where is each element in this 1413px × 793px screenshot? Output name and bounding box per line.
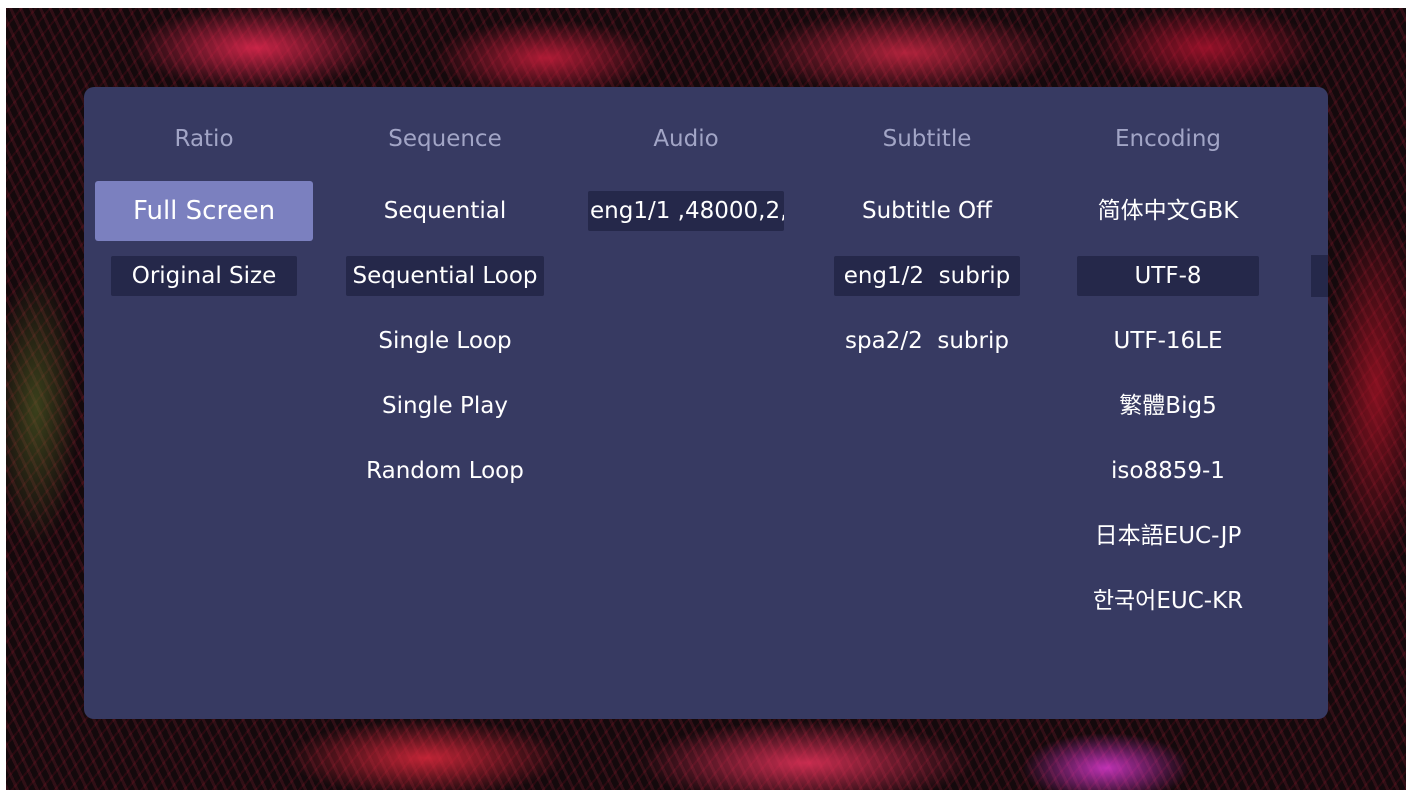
sequence-option-single-loop[interactable]: Single Loop: [325, 308, 565, 373]
ratio-column: Ratio Full Screen Original Size: [84, 87, 324, 719]
option-label: UTF-8: [1077, 255, 1259, 296]
next-column-selected-item[interactable]: [1311, 255, 1328, 297]
option-label: Random Loop: [366, 457, 524, 484]
encoding-option-utf8[interactable]: UTF-8: [1048, 243, 1288, 308]
encoding-option-euc-kr[interactable]: 한국어EUC-KR: [1048, 568, 1288, 633]
next-column-peek: [1289, 87, 1328, 719]
audio-track-option[interactable]: eng1/1 ,48000,2,: [566, 178, 806, 243]
option-label: UTF-16LE: [1113, 327, 1223, 354]
subtitle-column: Subtitle Subtitle Off eng1/2 subrip spa2…: [807, 87, 1047, 719]
subtitle-options: Subtitle Off eng1/2 subrip spa2/2 subrip: [807, 178, 1047, 373]
option-label: Full Screen: [94, 180, 314, 241]
option-label: Single Loop: [378, 327, 512, 354]
encoding-option-utf16le[interactable]: UTF-16LE: [1048, 308, 1288, 373]
subtitle-option-spa[interactable]: spa2/2 subrip: [807, 308, 1047, 373]
audio-column: Audio eng1/1 ,48000,2,: [566, 87, 806, 719]
option-label: 한국어EUC-KR: [1092, 587, 1244, 614]
video-background: Ratio Full Screen Original Size Sequence…: [6, 8, 1406, 790]
option-label: Subtitle Off: [861, 197, 992, 224]
subtitle-header: Subtitle: [882, 126, 972, 152]
sequence-option-sequential[interactable]: Sequential: [325, 178, 565, 243]
encoding-option-euc-jp[interactable]: 日本語EUC-JP: [1048, 503, 1288, 568]
encoding-option-gbk[interactable]: 简体中文GBK: [1048, 178, 1288, 243]
ratio-option-full-screen[interactable]: Full Screen: [84, 178, 324, 243]
option-label: Original Size: [111, 255, 297, 296]
audio-options: eng1/1 ,48000,2,: [566, 178, 806, 243]
encoding-column: Encoding 简体中文GBK UTF-8 UTF-16LE 繁體Big5 i…: [1048, 87, 1288, 719]
ratio-option-original-size[interactable]: Original Size: [84, 243, 324, 308]
option-label: 简体中文GBK: [1097, 197, 1239, 224]
option-label: Sequential Loop: [346, 255, 544, 296]
ratio-header: Ratio: [174, 126, 234, 152]
option-label: 日本語EUC-JP: [1094, 522, 1242, 549]
encoding-option-iso8859-1[interactable]: iso8859-1: [1048, 438, 1288, 503]
encoding-option-big5[interactable]: 繁體Big5: [1048, 373, 1288, 438]
option-label: 繁體Big5: [1119, 392, 1217, 419]
option-label: spa2/2 subrip: [845, 327, 1009, 354]
playback-settings-panel: Ratio Full Screen Original Size Sequence…: [84, 87, 1328, 719]
option-label: iso8859-1: [1111, 457, 1225, 484]
sequence-option-random-loop[interactable]: Random Loop: [325, 438, 565, 503]
option-label: Sequential: [383, 197, 507, 224]
option-label: Single Play: [382, 392, 508, 419]
sequence-option-sequential-loop[interactable]: Sequential Loop: [325, 243, 565, 308]
sequence-options: Sequential Sequential Loop Single Loop S…: [325, 178, 565, 503]
subtitle-option-off[interactable]: Subtitle Off: [807, 178, 1047, 243]
sequence-header: Sequence: [388, 126, 502, 152]
encoding-options: 简体中文GBK UTF-8 UTF-16LE 繁體Big5 iso8859-1 …: [1048, 178, 1288, 633]
sequence-column: Sequence Sequential Sequential Loop Sing…: [325, 87, 565, 719]
audio-header: Audio: [653, 126, 719, 152]
ratio-options: Full Screen Original Size: [84, 178, 324, 308]
encoding-header: Encoding: [1115, 126, 1221, 152]
option-label: eng1/2 subrip: [834, 255, 1020, 296]
sequence-option-single-play[interactable]: Single Play: [325, 373, 565, 438]
subtitle-option-eng[interactable]: eng1/2 subrip: [807, 243, 1047, 308]
option-label: eng1/1 ,48000,2,: [588, 190, 784, 231]
